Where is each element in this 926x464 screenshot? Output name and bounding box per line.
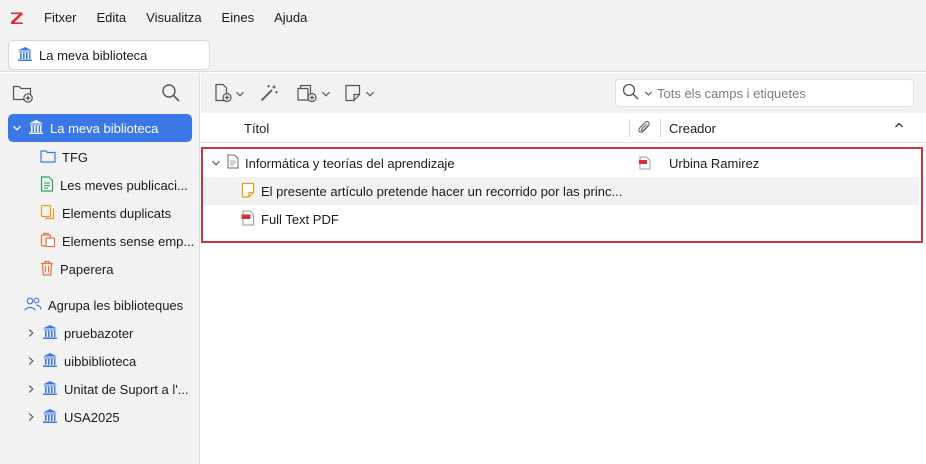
sidebar-item-group-pruebazoter[interactable]: pruebazoter — [26, 319, 133, 347]
sidebar-item-label: TFG — [62, 149, 88, 165]
items-search[interactable] — [615, 79, 914, 107]
items-column-header: Títol Creador — [201, 113, 926, 143]
search-mode-chevron-icon[interactable] — [644, 86, 653, 101]
library-icon — [42, 352, 58, 371]
column-divider[interactable] — [629, 119, 630, 137]
sort-ascending-icon[interactable] — [893, 119, 905, 134]
items-toolbar — [201, 73, 926, 113]
chevron-right-icon[interactable] — [26, 384, 36, 394]
chevron-down-icon — [321, 87, 331, 102]
search-icon[interactable] — [622, 83, 640, 104]
duplicates-icon — [40, 204, 56, 223]
sidebar-item-tfg[interactable]: TFG — [40, 143, 88, 171]
chevron-right-icon[interactable] — [26, 328, 36, 338]
sidebar-item-label: Unitat de Suport a l'... — [64, 381, 189, 397]
sidebar-item-trash[interactable]: Paperera — [40, 255, 113, 283]
menu-view[interactable]: Visualitza — [136, 0, 211, 36]
chevron-right-icon[interactable] — [26, 356, 36, 366]
sidebar-item-my-library[interactable]: La meva biblioteca — [8, 114, 192, 142]
sidebar-item-label: Elements sense emp... — [62, 233, 195, 249]
tab-my-library[interactable]: La meva biblioteca — [8, 40, 210, 70]
new-item-button[interactable] — [213, 82, 245, 106]
sidebar-item-group-unitat[interactable]: Unitat de Suport a l'... — [26, 375, 189, 403]
new-collection-icon[interactable] — [12, 83, 34, 106]
chevron-right-icon[interactable] — [26, 412, 36, 422]
sidebar-item-label: pruebazoter — [64, 325, 134, 341]
zotero-logo — [0, 0, 34, 36]
library-icon — [42, 408, 58, 427]
sidebar-item-duplicates[interactable]: Elements duplicats — [40, 199, 171, 227]
chevron-down-icon — [235, 87, 245, 102]
sidebar-item-label: La meva biblioteca — [50, 120, 159, 136]
collection-search-icon[interactable] — [161, 83, 181, 106]
sidebar-item-label: Elements duplicats — [62, 205, 172, 221]
sidebar-item-group-uibbiblioteca[interactable]: uibbiblioteca — [26, 347, 136, 375]
trash-icon — [40, 260, 54, 279]
search-input[interactable] — [657, 85, 907, 101]
sidebar-group-header[interactable]: Agrupa les biblioteques — [24, 291, 183, 319]
sidebar-item-group-usa2025[interactable]: USA2025 — [26, 403, 120, 431]
column-creator[interactable]: Creador — [669, 121, 716, 136]
sidebar-item-label: Les meves publicaci... — [60, 177, 188, 193]
collections-pane: La meva biblioteca TFG Les meves publica… — [0, 73, 200, 464]
column-divider[interactable] — [660, 119, 661, 137]
menu-help[interactable]: Ajuda — [264, 0, 317, 36]
sidebar-item-label: USA2025 — [64, 409, 120, 425]
menu-bar: Fitxer Edita Visualitza Eines Ajuda — [0, 0, 926, 36]
library-icon — [17, 46, 33, 65]
library-icon — [42, 324, 58, 343]
menu-tools[interactable]: Eines — [212, 0, 265, 36]
sidebar-item-my-publications[interactable]: Les meves publicaci... — [40, 171, 188, 199]
attachment-column-icon[interactable] — [637, 120, 653, 139]
group-users-icon — [24, 296, 42, 315]
chevron-down-icon — [365, 87, 375, 102]
chevron-down-icon[interactable] — [12, 123, 22, 133]
sidebar-item-label: Agrupa les biblioteques — [48, 297, 184, 313]
sidebar-item-unfiled[interactable]: Elements sense emp... — [40, 227, 194, 255]
tab-label: La meva biblioteca — [39, 47, 148, 63]
unfiled-icon — [40, 232, 56, 251]
folder-icon — [40, 149, 56, 166]
add-by-identifier-button[interactable] — [259, 82, 279, 106]
tab-bar: La meva biblioteca — [0, 36, 926, 72]
magic-wand-icon — [259, 83, 279, 106]
items-pane: Títol Creador Informática y teorías del … — [201, 73, 926, 464]
library-icon — [28, 119, 44, 138]
new-attachment-button[interactable] — [295, 82, 331, 106]
add-attachment-icon — [295, 83, 319, 106]
library-icon — [42, 380, 58, 399]
new-note-button[interactable] — [343, 82, 375, 106]
collections-toolbar — [0, 73, 199, 113]
new-item-icon — [213, 83, 233, 106]
new-note-icon — [343, 83, 363, 106]
my-publications-icon — [40, 175, 54, 195]
menu-edit[interactable]: Edita — [87, 0, 137, 36]
highlight-annotation-box — [201, 147, 923, 243]
menu-file[interactable]: Fitxer — [34, 0, 87, 36]
column-title[interactable]: Títol — [244, 121, 269, 136]
sidebar-item-label: uibbiblioteca — [64, 353, 137, 369]
sidebar-item-label: Paperera — [60, 261, 114, 277]
